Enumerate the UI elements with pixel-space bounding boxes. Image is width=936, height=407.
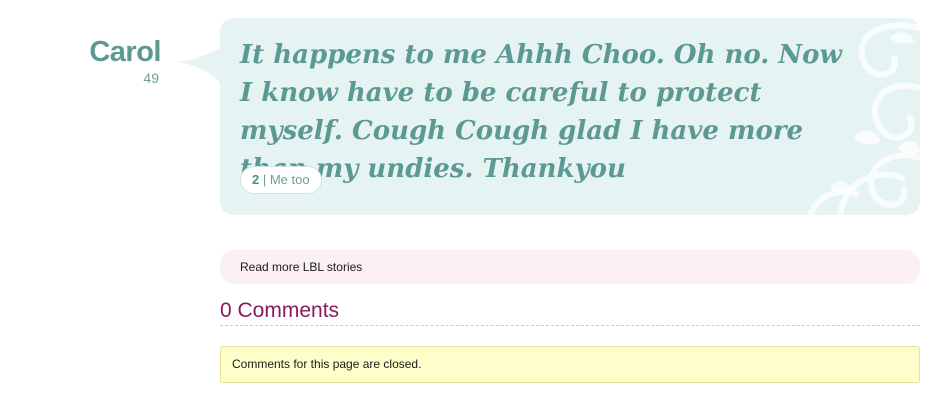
me-too-button[interactable]: 2 | Me too	[240, 166, 322, 194]
read-more-bar: Read more LBL stories	[220, 250, 920, 284]
story-page: Carol 49 It happens to me Ahhh Choo. Oh …	[0, 0, 936, 407]
read-more-link[interactable]: Read more LBL stories	[240, 250, 362, 284]
author-age: 49	[143, 70, 159, 86]
author-name: Carol	[89, 36, 161, 68]
story-bubble: It happens to me Ahhh Choo. Oh no. Now I…	[220, 18, 920, 215]
comments-title: 0 Comments	[220, 297, 920, 326]
me-too-separator: |	[259, 172, 270, 187]
me-too-label: Me too	[269, 172, 310, 187]
comments-closed-text: Comments for this page are closed.	[232, 357, 422, 371]
story-text: It happens to me Ahhh Choo. Oh no. Now I…	[240, 40, 842, 184]
comments-closed-notice: Comments for this page are closed.	[220, 346, 920, 383]
author-block: Carol 49	[0, 36, 161, 86]
speech-bubble-tail	[178, 46, 224, 88]
